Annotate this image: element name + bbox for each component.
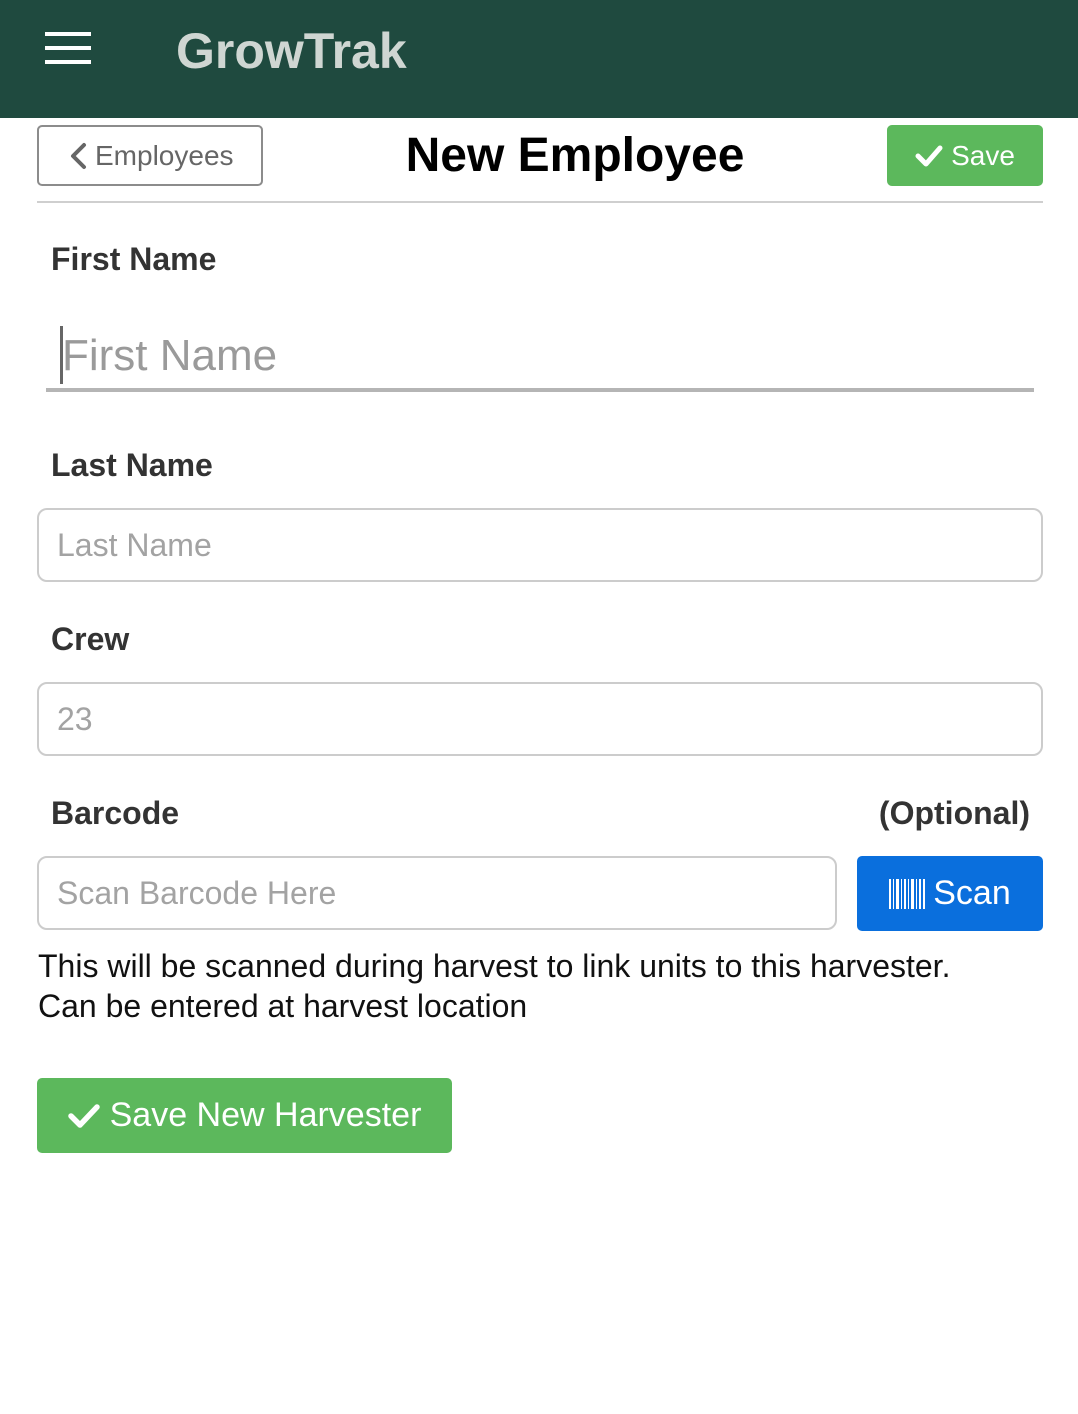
last-name-input[interactable] (37, 508, 1043, 582)
last-name-label: Last Name (51, 447, 213, 483)
back-button-label: Employees (95, 139, 234, 171)
scan-button-label: Scan (933, 874, 1011, 912)
barcode-label: Barcode (51, 795, 180, 831)
optional-label: (Optional) (878, 795, 1030, 831)
check-icon (915, 145, 943, 166)
back-button[interactable]: Employees (37, 125, 263, 186)
first-name-field-wrap (46, 318, 1034, 392)
crew-label: Crew (51, 621, 130, 657)
barcode-help-text: This will be scanned during harvest to l… (38, 946, 1038, 1026)
menu-icon[interactable] (45, 32, 91, 64)
page-title: New Employee (405, 129, 745, 182)
header-divider (37, 201, 1043, 203)
barcode-input[interactable] (37, 856, 837, 930)
check-icon (67, 1103, 100, 1128)
app-title: GrowTrak (176, 23, 407, 79)
crew-input[interactable] (37, 682, 1043, 756)
first-name-label: First Name (51, 241, 217, 277)
save-new-harvester-label: Save New Harvester (109, 1096, 422, 1134)
scan-button[interactable]: Scan (857, 856, 1043, 931)
barcode-icon (889, 878, 926, 909)
save-new-harvester-button[interactable]: Save New Harvester (37, 1078, 452, 1153)
chevron-left-icon (71, 142, 86, 169)
app-bar: GrowTrak (0, 0, 1078, 118)
header-save-button[interactable]: Save (887, 125, 1043, 186)
barcode-help-line-2: Can be entered at harvest location (38, 988, 528, 1024)
first-name-input[interactable] (62, 326, 1022, 386)
header-save-label: Save (951, 139, 1015, 171)
barcode-help-line-1: This will be scanned during harvest to l… (38, 948, 951, 984)
